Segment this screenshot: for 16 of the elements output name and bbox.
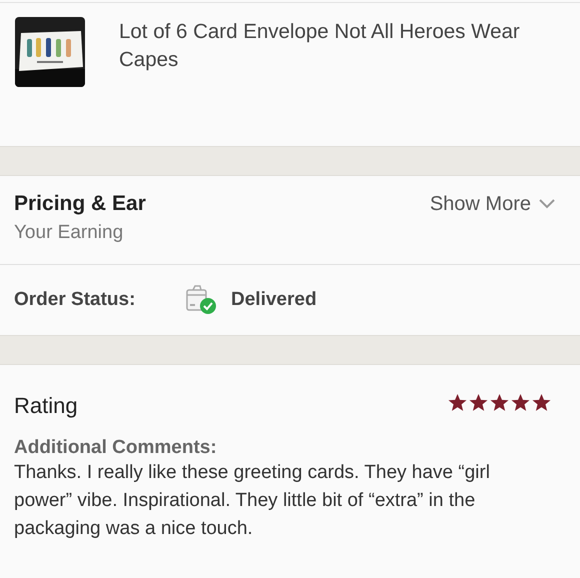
comments-label: Additional Comments: xyxy=(14,437,217,459)
comment-text: Thanks. I really like these greeting cards. They have “girl power” vibe. Inspirational. They little bit of “extra” in the packaging was a nice touch. xyxy=(14,461,491,541)
rating-label: Rating xyxy=(14,393,78,419)
product-title[interactable]: Lot of 6 Card Envelope Not All Heroes Wear Capes xyxy=(119,17,565,87)
order-status-value: Delivered xyxy=(231,289,317,311)
section-title: Pricing & Ear xyxy=(14,191,146,217)
star-icon xyxy=(511,392,530,412)
earnings-label: Your Earning xyxy=(13,221,124,245)
delivered-box-icon xyxy=(185,285,219,315)
star-icon xyxy=(469,392,488,412)
star-icon xyxy=(490,392,509,412)
show-more-button[interactable]: Show More xyxy=(430,190,555,218)
star-icon xyxy=(532,392,551,412)
star-icon xyxy=(448,392,467,412)
chevron-icon xyxy=(539,199,555,209)
order-status-label: Order Status: xyxy=(14,289,136,311)
